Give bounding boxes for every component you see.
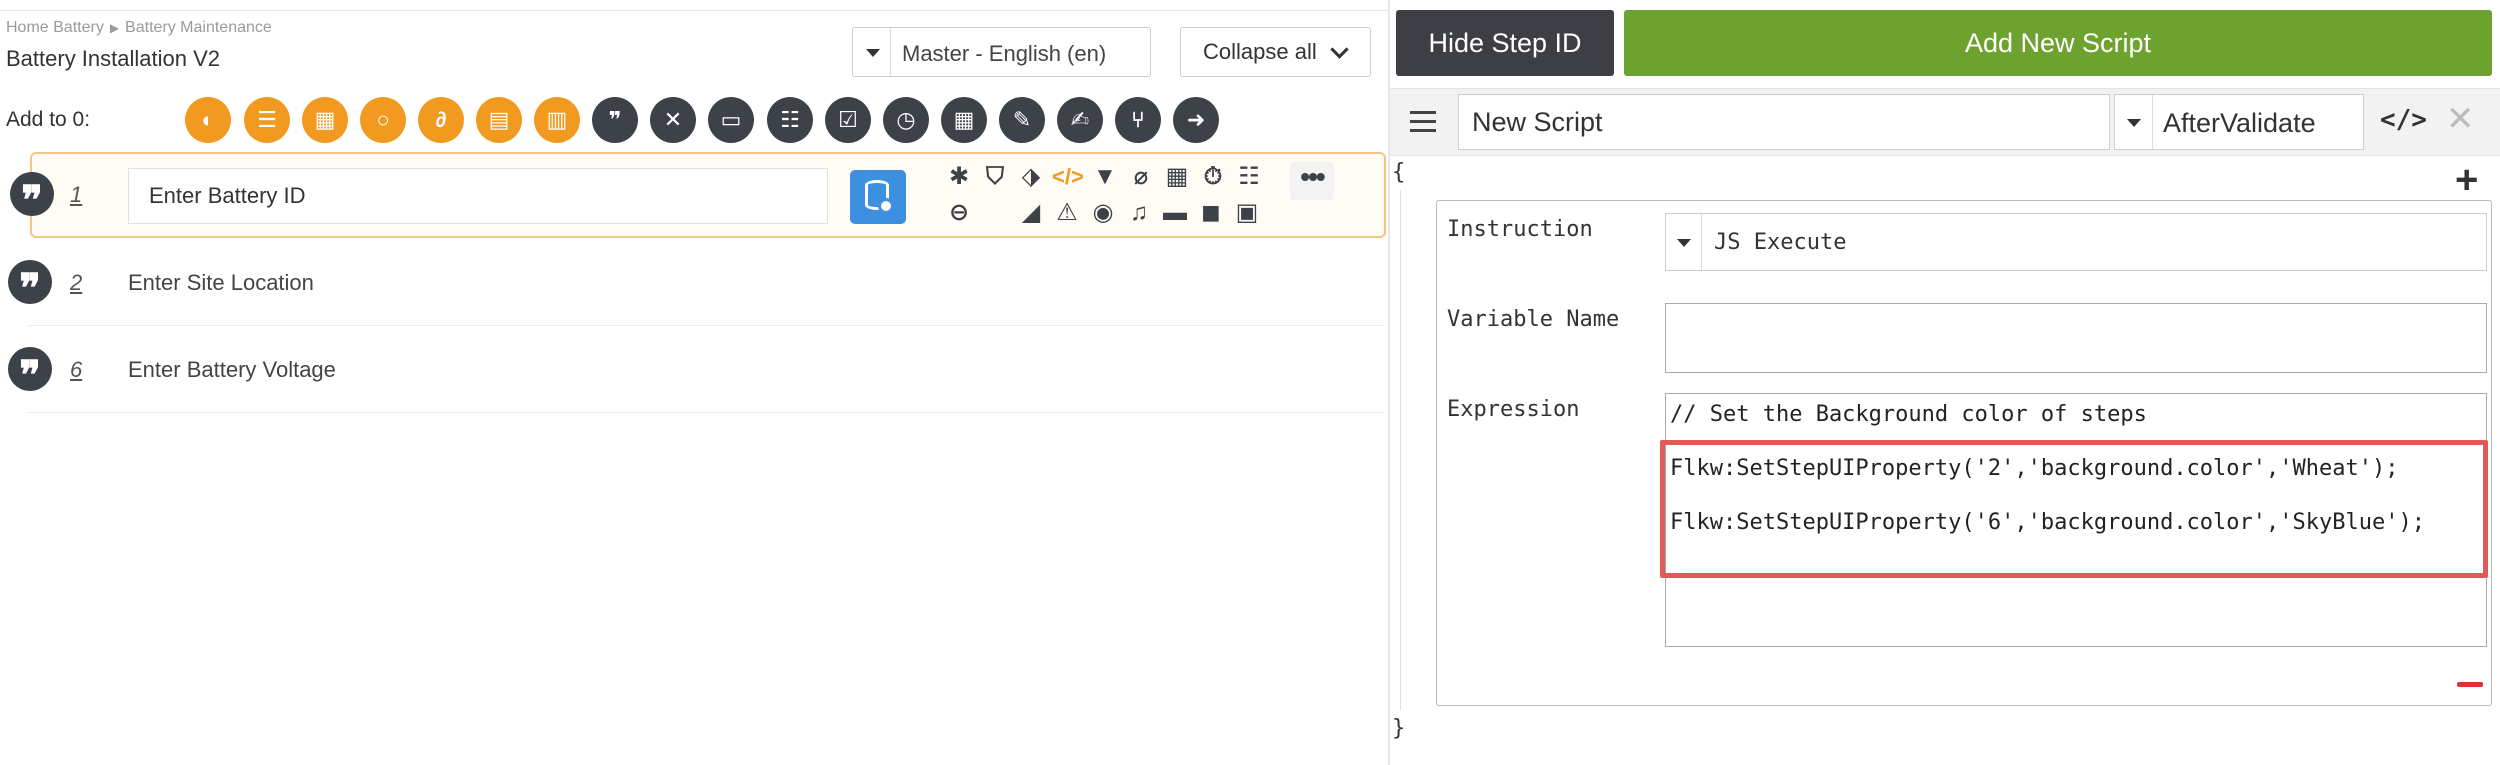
instruction-label: Instruction — [1447, 217, 1593, 242]
edit-icon[interactable]: ✍ — [1057, 97, 1103, 143]
link-icon — [878, 198, 894, 214]
instruction-value: JS Execute — [1714, 230, 1847, 255]
id-card-icon[interactable]: ▣ — [1232, 198, 1262, 228]
step-title[interactable]: Enter Battery Voltage — [128, 357, 336, 383]
clipboard-icon[interactable]: ▤ — [476, 97, 522, 143]
filter-icon[interactable]: ▼ — [1090, 162, 1120, 192]
breadcrumb-battery-maintenance[interactable]: Battery Maintenance — [125, 19, 272, 36]
chevron-down-icon — [1330, 40, 1349, 59]
language-select[interactable]: Master - English (en) — [852, 27, 1151, 77]
instruction-block: Instruction JS Execute Variable Name Exp… — [1436, 200, 2492, 706]
highlight-box — [1660, 440, 2488, 578]
caret-down-icon — [2115, 95, 2153, 149]
minus-circle-icon[interactable]: ⊖ — [944, 198, 974, 228]
ruler-icon[interactable]: ◢ — [1016, 198, 1046, 228]
code-icon[interactable]: </> — [1052, 162, 1084, 192]
microphone-icon[interactable]: ♫ — [1124, 198, 1154, 228]
circle-icon[interactable]: ○ — [360, 97, 406, 143]
variable-name-input[interactable] — [1665, 303, 2487, 373]
step-number[interactable]: 1 — [70, 182, 82, 208]
step-number[interactable]: 6 — [70, 357, 82, 383]
instruction-select[interactable]: JS Execute — [1665, 213, 2487, 271]
breadcrumb-home-battery[interactable]: Home Battery — [6, 19, 104, 36]
quote-icon[interactable]: ❞ — [592, 97, 638, 143]
add-to-label: Add to 0: — [6, 108, 91, 131]
add-instruction-icon[interactable]: + — [2455, 160, 2478, 200]
clock-icon[interactable]: ◷ — [883, 97, 929, 143]
open-brace: { — [1392, 160, 1406, 185]
branch-icon[interactable]: ⑂ — [1115, 97, 1161, 143]
hook-icon[interactable]: ∂ — [418, 97, 464, 143]
step-editor-pane: Home Battery ▶ Battery Maintenance Battery… — [0, 0, 1388, 765]
stopwatch-icon[interactable]: ⏱ — [1198, 162, 1228, 192]
check-x-icon[interactable]: ✕ — [650, 97, 696, 143]
step-row-1[interactable]: ❞ 1 Enter Battery ID ✱ ⛉ ⬗ </> ▼ ⌀ ▦ ⏱ ☷… — [10, 152, 1386, 238]
list-icon[interactable]: ☰ — [244, 97, 290, 143]
collapse-all-button[interactable]: Collapse all — [1180, 27, 1371, 77]
code-comment-line: // Set the Background color of steps — [1670, 402, 2147, 427]
checkbox-icon[interactable]: ☑ — [825, 97, 871, 143]
step-row-6[interactable]: ❞ 6 Enter Battery Voltage — [8, 327, 1384, 413]
variable-name-label: Variable Name — [1447, 307, 1620, 332]
caret-down-icon — [853, 28, 891, 76]
video-icon[interactable]: ◼ — [1196, 198, 1226, 228]
database-link-button[interactable] — [850, 170, 906, 224]
shield-icon[interactable]: ⛉ — [980, 162, 1010, 192]
script-toolbar: New Script AfterValidate </> ✕ — [1390, 88, 2500, 156]
calculator-icon[interactable]: ▦ — [941, 97, 987, 143]
collapse-all-label: Collapse all — [1203, 39, 1317, 64]
script-event-select[interactable]: AfterValidate — [2114, 94, 2364, 150]
grid-icon[interactable]: ▦ — [1162, 162, 1192, 192]
comment-icon[interactable]: ▬ — [1160, 198, 1190, 228]
checklist-icon[interactable]: ☷ — [767, 97, 813, 143]
paperclip-icon[interactable]: ⌀ — [1126, 162, 1156, 192]
more-icon[interactable]: ••• — [1290, 162, 1334, 200]
asterisk-icon[interactable]: ✱ — [944, 162, 974, 192]
quote-icon: ❞ — [10, 172, 54, 224]
add-new-script-button[interactable]: Add New Script — [1624, 10, 2492, 76]
hide-step-id-button[interactable]: Hide Step ID — [1396, 10, 1614, 76]
step-row-2[interactable]: ❞ 2 Enter Site Location — [8, 240, 1384, 326]
step-number[interactable]: 2 — [70, 270, 82, 296]
input-box-icon[interactable]: ▭ — [708, 97, 754, 143]
expression-editor[interactable]: // Set the Background color of steps Flk… — [1660, 393, 2488, 647]
close-brace: } — [1392, 716, 1406, 741]
arrow-right-icon[interactable]: ➜ — [1173, 97, 1219, 143]
list-grid-icon[interactable]: ☷ — [1234, 162, 1264, 192]
breadcrumb-separator: ▶ — [109, 21, 120, 35]
camera-icon[interactable]: ◉ — [1088, 198, 1118, 228]
quote-icon: ❞ — [8, 347, 52, 399]
step-title[interactable]: Enter Site Location — [128, 270, 314, 296]
page-title: Battery Installation V2 — [6, 46, 221, 71]
step-title-input[interactable]: Enter Battery ID — [128, 168, 828, 224]
tools-icon[interactable]: ✎ — [999, 97, 1045, 143]
top-divider — [0, 10, 1388, 11]
code-gutter — [1400, 190, 1401, 710]
script-event-value: AfterValidate — [2163, 108, 2316, 138]
close-icon[interactable]: ✕ — [2446, 99, 2475, 139]
caret-down-icon — [1666, 214, 1702, 270]
tags-icon[interactable]: ⬗ — [1016, 162, 1046, 192]
expression-label: Expression — [1447, 397, 1580, 422]
script-name-input[interactable]: New Script — [1458, 94, 2110, 150]
code-view-icon[interactable]: </> — [2380, 105, 2427, 135]
film-icon[interactable]: ▥ — [534, 97, 580, 143]
remove-instruction-icon[interactable] — [2457, 682, 2483, 687]
hamburger-menu-icon[interactable] — [1410, 111, 1436, 133]
crescent-icon[interactable]: ◐ — [185, 97, 231, 143]
breadcrumb: Home Battery ▶ Battery Maintenance — [6, 19, 272, 37]
grid-table-icon[interactable]: ▦ — [302, 97, 348, 143]
quote-icon: ❞ — [8, 260, 52, 312]
language-select-value: Master - English (en) — [902, 41, 1107, 66]
warning-icon[interactable]: ⚠ — [1052, 198, 1082, 228]
